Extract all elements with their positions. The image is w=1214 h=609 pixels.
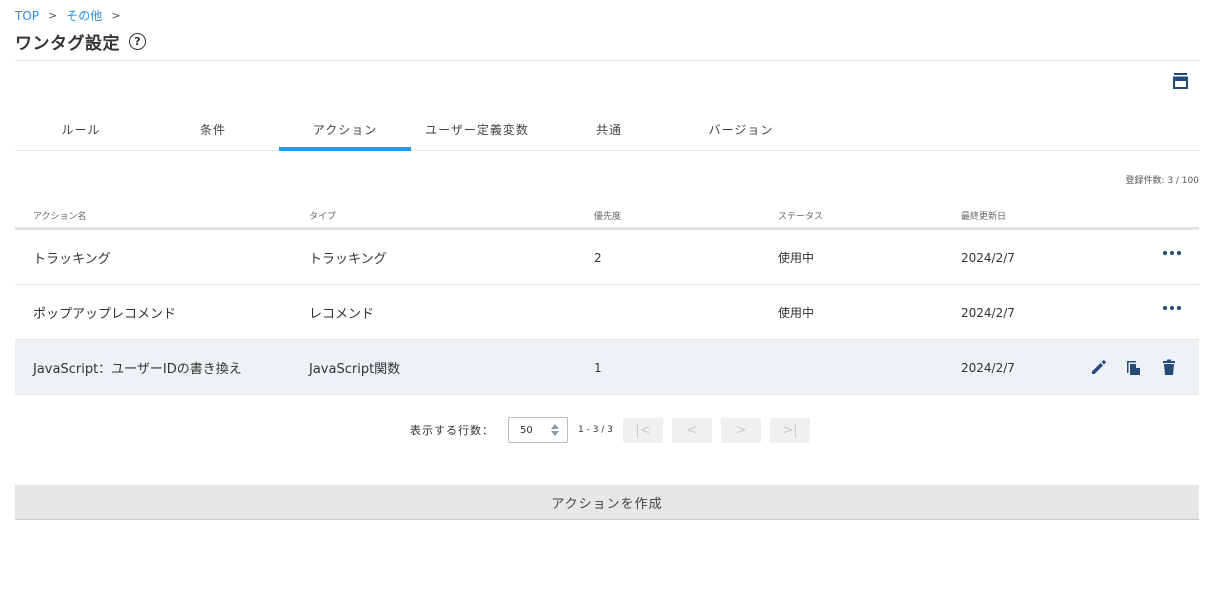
tab-action[interactable]: アクション — [279, 108, 411, 151]
action-name: JavaScript：ユーザーIDの書き換え — [33, 362, 242, 377]
action-type: JavaScript関数 — [309, 362, 401, 377]
help-icon[interactable]: ? — [129, 33, 146, 50]
tab-condition[interactable]: 条件 — [147, 108, 279, 151]
tab-rule[interactable]: ルール — [15, 108, 147, 151]
action-type: レコメンド — [309, 307, 375, 322]
breadcrumb-top[interactable]: TOP — [15, 9, 39, 23]
edit-icon[interactable] — [1090, 358, 1108, 376]
rows-per-page-select[interactable]: 50 — [508, 417, 568, 443]
action-status: 使用中 — [778, 306, 815, 320]
prev-page-button[interactable]: < — [671, 417, 712, 443]
page-title: ワンタグ設定 — [15, 34, 120, 54]
column-header-status[interactable]: ステータス — [778, 209, 823, 222]
table-header: アクション名 タイプ 優先度 ステータス 最終更新日 — [15, 203, 1199, 230]
tab-user-variable[interactable]: ユーザー定義変数 — [411, 108, 543, 151]
row-actions — [1090, 358, 1178, 376]
spinner-icon[interactable] — [551, 423, 559, 437]
breadcrumb-other[interactable]: その他 — [66, 7, 102, 24]
create-action-button[interactable]: アクションを作成 — [15, 485, 1199, 520]
copy-icon[interactable] — [1125, 358, 1143, 376]
page-range: 1 - 3 / 3 — [578, 425, 613, 435]
next-page-button[interactable]: > — [720, 417, 761, 443]
tab-common[interactable]: 共通 — [543, 108, 675, 151]
action-type: トラッキング — [309, 252, 387, 267]
more-icon[interactable] — [1163, 306, 1181, 310]
breadcrumb: TOP > その他 > — [15, 7, 129, 24]
column-header-name[interactable]: アクション名 — [33, 209, 87, 222]
delete-icon[interactable] — [1160, 358, 1178, 376]
action-updated: 2024/2/7 — [961, 305, 1015, 320]
action-updated: 2024/2/7 — [961, 360, 1015, 375]
first-page-button[interactable]: |< — [622, 417, 663, 443]
title-row: ワンタグ設定 ? — [15, 29, 146, 54]
tab-bar: ルール 条件 アクション ユーザー定義変数 共通 バージョン — [15, 108, 1199, 151]
more-icon[interactable] — [1163, 251, 1181, 255]
pagination: 表示する行数： 50 1 - 3 / 3 |< < > >| — [410, 417, 810, 443]
record-count: 登録件数: 3 / 100 — [1125, 176, 1199, 186]
action-name: ポップアップレコメンド — [33, 307, 177, 322]
action-status: 使用中 — [778, 251, 815, 265]
action-priority: 2 — [594, 250, 602, 265]
table-row[interactable]: トラッキング トラッキング 2 使用中 2024/2/7 — [15, 230, 1199, 285]
archive-icon[interactable] — [1172, 72, 1189, 89]
table-row[interactable]: ポップアップレコメンド レコメンド 使用中 2024/2/7 — [15, 285, 1199, 340]
breadcrumb-separator: > — [111, 9, 121, 22]
breadcrumb-separator: > — [48, 9, 58, 22]
action-updated: 2024/2/7 — [961, 250, 1015, 265]
divider — [15, 60, 1199, 61]
table-row[interactable]: JavaScript：ユーザーIDの書き換え JavaScript関数 1 20… — [15, 340, 1199, 395]
column-header-type[interactable]: タイプ — [309, 209, 336, 222]
action-priority: 1 — [594, 360, 602, 375]
column-header-priority[interactable]: 優先度 — [594, 209, 621, 222]
column-header-updated[interactable]: 最終更新日 — [961, 209, 1006, 222]
rows-per-page-value: 50 — [520, 424, 533, 436]
rows-per-page-label: 表示する行数： — [410, 424, 494, 437]
action-name: トラッキング — [33, 252, 111, 267]
tab-version[interactable]: バージョン — [675, 108, 807, 151]
last-page-button[interactable]: >| — [769, 417, 810, 443]
